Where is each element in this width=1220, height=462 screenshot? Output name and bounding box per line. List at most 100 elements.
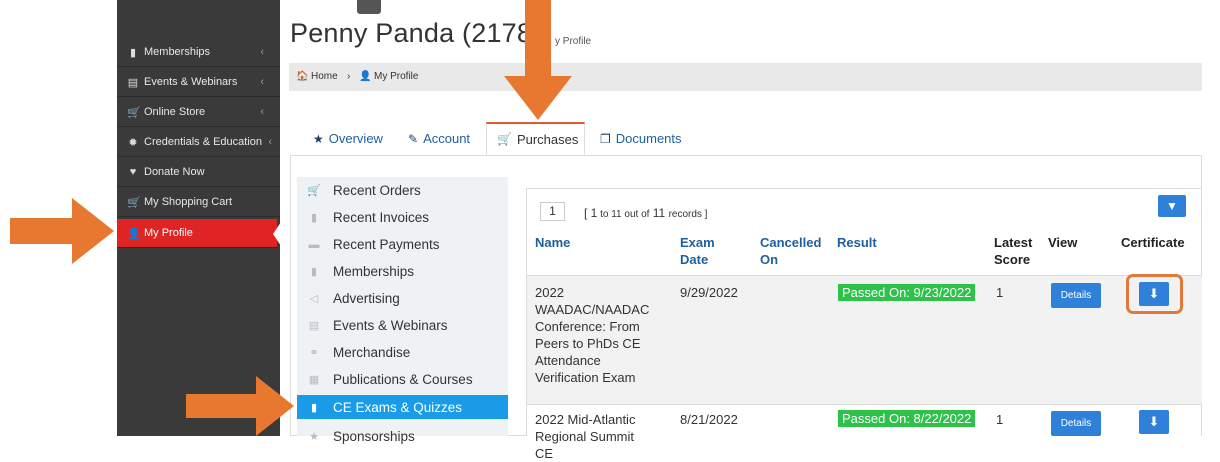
menu-item-label: CE Exams & Quizzes	[333, 399, 463, 415]
menu-item-label: Merchandise	[333, 345, 411, 360]
file-icon: ▮	[310, 212, 318, 224]
star-icon: ★	[313, 131, 324, 146]
tab-documents[interactable]: ❐ Documents	[600, 122, 682, 155]
menu-item-recent-invoices[interactable]: ▮ Recent Invoices	[297, 204, 508, 231]
page-number-box[interactable]: 1	[540, 202, 565, 221]
download-certificate-button[interactable]: ⬇	[1139, 410, 1169, 434]
menu-item-recent-payments[interactable]: ▬ Recent Payments	[297, 231, 508, 258]
sidebar-item-label: My Profile	[144, 227, 193, 239]
records-summary: [ 1 to 11 out of 11 records ]	[584, 206, 707, 220]
active-indicator-notch	[273, 222, 281, 246]
filter-icon: ▼	[1166, 199, 1178, 213]
user-icon: 👤	[127, 227, 141, 240]
certificate-highlight-box	[1126, 274, 1183, 314]
menu-item-label: Events & Webinars	[333, 318, 448, 333]
purchases-menu: 🛒 Recent Orders ▮ Recent Invoices ▬ Rece…	[297, 177, 508, 444]
menu-item-sponsorships[interactable]: ★ Sponsorships	[297, 423, 508, 450]
download-icon: ⬇	[1148, 414, 1160, 429]
arrow-down-icon	[504, 0, 572, 120]
col-header-certificate: Certificate	[1121, 235, 1185, 250]
menu-item-label: Recent Orders	[333, 183, 421, 198]
chevron-left-icon: ‹	[260, 106, 264, 118]
star-icon: ★	[309, 431, 319, 443]
edit-icon: ✎	[408, 131, 419, 146]
calendar-icon: ▤	[308, 320, 320, 332]
sidebar-item-online-store[interactable]: 🛒 Online Store ‹	[117, 98, 280, 127]
sidebar-item-label: Donate Now	[144, 166, 205, 178]
menu-item-ce-exams-quizzes[interactable]: ▮ CE Exams & Quizzes	[297, 395, 508, 419]
tags-icon: ⚭	[309, 347, 319, 359]
tab-overview[interactable]: ★ Overview	[313, 122, 383, 155]
sidebar-item-label: Memberships	[144, 46, 211, 58]
col-header-cancelled-on[interactable]: Cancelled On	[760, 234, 825, 268]
sidebar-item-memberships[interactable]: ▮ Memberships ‹	[117, 38, 280, 67]
cart-icon: 🛒	[307, 185, 321, 197]
home-icon: 🏠	[296, 71, 309, 82]
file-text-icon: ▮	[310, 401, 318, 414]
status-badge: Passed On: 8/22/2022	[838, 410, 976, 427]
tab-label: Documents	[615, 131, 682, 146]
bookmark-icon: ▮	[129, 46, 137, 59]
calendar-icon: ▤	[127, 76, 139, 89]
menu-item-memberships[interactable]: ▮ Memberships	[297, 258, 508, 285]
bookmark-icon: ▮	[310, 266, 318, 278]
sidebar-item-credentials-education[interactable]: ✹ Credentials & Education ‹	[117, 128, 280, 157]
menu-item-advertising[interactable]: ◁ Advertising	[297, 285, 508, 312]
tab-account[interactable]: ✎ Account	[408, 122, 470, 155]
records-to: to 11	[597, 209, 625, 220]
sidebar-item-donate-now[interactable]: ♥ Donate Now	[117, 158, 280, 187]
profile-tabs: ★ Overview ✎ Account 🛒 Purchases ❐ Docum…	[290, 122, 1202, 156]
breadcrumb-separator: ›	[347, 71, 351, 82]
chevron-left-icon: ‹	[260, 76, 264, 88]
records-total: 11	[649, 206, 669, 220]
menu-item-publications-courses[interactable]: ▦ Publications & Courses	[297, 366, 508, 393]
cart-icon: 🛒	[127, 106, 141, 119]
menu-item-label: Recent Payments	[333, 237, 440, 252]
heart-icon: ♥	[129, 166, 137, 178]
filter-button[interactable]: ▼	[1158, 195, 1186, 217]
tab-label: Purchases	[516, 131, 579, 147]
col-header-name[interactable]: Name	[535, 234, 570, 251]
details-button[interactable]: Details	[1051, 283, 1101, 308]
sidebar-item-events-webinars[interactable]: ▤ Events & Webinars ‹	[117, 68, 280, 97]
table-row-divider	[527, 404, 1202, 405]
col-header-exam-date[interactable]: Exam Date	[680, 234, 730, 268]
menu-item-label: Recent Invoices	[333, 210, 430, 225]
col-header-result[interactable]: Result	[837, 234, 877, 251]
book-icon: ▦	[308, 374, 320, 386]
cell-latest-score: 1	[996, 285, 1004, 300]
cell-exam-date: 8/21/2022	[680, 412, 738, 427]
records-suffix: records ]	[668, 209, 708, 220]
sidebar-item-my-profile[interactable]: 👤 My Profile	[117, 219, 277, 248]
menu-item-label: Advertising	[333, 291, 400, 306]
menu-item-events-webinars[interactable]: ▤ Events & Webinars	[297, 312, 508, 339]
copy-icon: ❐	[600, 131, 611, 146]
money-icon: ▬	[308, 238, 320, 251]
menu-item-label: Sponsorships	[333, 429, 415, 444]
menu-item-recent-orders[interactable]: 🛒 Recent Orders	[297, 177, 508, 204]
cell-name: 2022 WAADAC/NAADAC Conference: From Peer…	[535, 285, 650, 385]
records-out-of: out of	[624, 209, 650, 220]
sidebar-item-shopping-cart[interactable]: 🛒 My Shopping Cart	[117, 188, 280, 217]
menu-item-label: Publications & Courses	[333, 372, 473, 387]
col-header-view: View	[1048, 235, 1078, 250]
certificate-icon: ✹	[128, 136, 138, 149]
breadcrumb: 🏠 Home › 👤 My Profile	[289, 63, 1202, 91]
menu-item-merchandise[interactable]: ⚭ Merchandise	[297, 339, 508, 366]
cell-exam-date: 9/29/2022	[680, 285, 738, 300]
breadcrumb-home-link[interactable]: Home	[311, 71, 338, 82]
sidebar-item-label: My Shopping Cart	[144, 196, 233, 208]
sidebar-item-label: Events & Webinars	[144, 76, 238, 88]
records-start: [ 1	[584, 206, 598, 220]
status-badge: Passed On: 9/23/2022	[838, 284, 976, 301]
sidebar-collapse-stub[interactable]	[357, 0, 381, 14]
tab-purchases[interactable]: 🛒 Purchases	[486, 122, 585, 155]
breadcrumb-current: My Profile	[374, 71, 419, 82]
user-icon: 👤	[359, 71, 372, 82]
sidebar: ▮ Memberships ‹ ▤ Events & Webinars ‹ 🛒 …	[117, 0, 381, 436]
cart-icon: 🛒	[127, 196, 141, 209]
details-button[interactable]: Details	[1051, 411, 1101, 436]
tab-label: Account	[423, 131, 471, 146]
tab-label: Overview	[328, 131, 383, 146]
chevron-left-icon: ‹	[260, 46, 264, 58]
